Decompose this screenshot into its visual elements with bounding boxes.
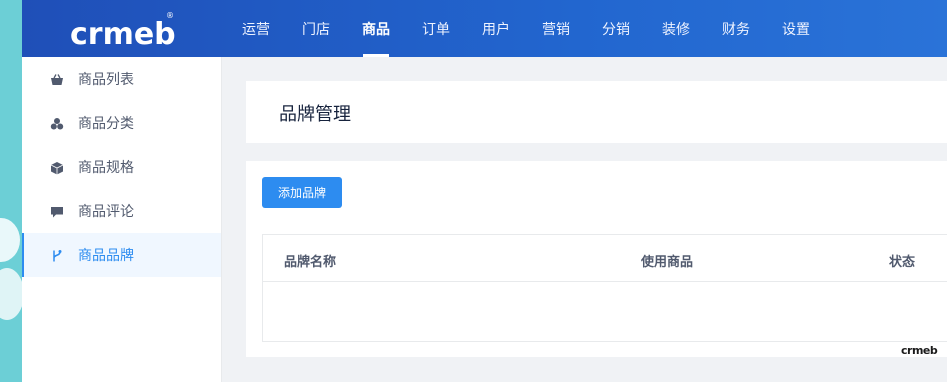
nav-item-distribution[interactable]: 分销 — [586, 0, 646, 57]
comment-icon — [50, 205, 64, 219]
table-header: 品牌名称 使用商品 状态 — [263, 235, 947, 282]
sidebar-item-label: 商品评论 — [78, 204, 134, 220]
sidebar-item-label: 商品分类 — [78, 116, 134, 132]
sidebar-item-label: 商品品牌 — [78, 248, 134, 264]
nav-item-stores[interactable]: 门店 — [286, 0, 346, 57]
main-nav: 运营 门店 商品 订单 用户 营销 分销 装修 财务 设置 — [226, 0, 826, 57]
column-header-brand-name[interactable]: 品牌名称 — [284, 251, 336, 270]
cube-icon — [50, 161, 64, 175]
crmeb-watermark: crmeb — [901, 344, 938, 357]
logo-text: crmeb — [70, 17, 176, 50]
cloud-decoration — [0, 268, 22, 320]
nav-item-marketing[interactable]: 营销 — [526, 0, 586, 57]
nav-item-orders[interactable]: 订单 — [406, 0, 466, 57]
sidebar-item-product-review[interactable]: 商品评论 — [22, 189, 221, 233]
nav-item-decoration[interactable]: 装修 — [646, 0, 706, 57]
top-navigation-bar: crmeb ® 运营 门店 商品 订单 用户 营销 分销 装修 财务 设置 — [22, 0, 947, 57]
nav-item-settings[interactable]: 设置 — [766, 0, 826, 57]
sidebar: 商品列表 商品分类 商品规格 商品评论 商品品牌 — [22, 57, 222, 382]
branch-icon — [50, 249, 64, 263]
column-header-used-products[interactable]: 使用商品 — [641, 251, 693, 270]
nav-item-products[interactable]: 商品 — [346, 0, 406, 57]
basket-icon — [50, 73, 64, 87]
page-header: 品牌管理 — [246, 81, 947, 143]
page-title: 品牌管理 — [279, 104, 351, 125]
sidebar-item-product-category[interactable]: 商品分类 — [22, 101, 221, 145]
sidebar-item-product-brand[interactable]: 商品品牌 — [22, 233, 221, 277]
sidebar-item-label: 商品规格 — [78, 160, 134, 176]
nav-item-users[interactable]: 用户 — [466, 0, 526, 57]
sidebar-item-label: 商品列表 — [78, 72, 134, 88]
main-content: 品牌管理 添加品牌 品牌名称 使用商品 状态 crmeb — [223, 57, 947, 382]
brand-table-card: 添加品牌 品牌名称 使用商品 状态 crmeb — [246, 161, 947, 357]
sidebar-item-product-list[interactable]: 商品列表 — [22, 57, 221, 101]
add-brand-button[interactable]: 添加品牌 — [262, 177, 342, 208]
nav-item-finance[interactable]: 财务 — [706, 0, 766, 57]
cloud-decoration — [0, 218, 20, 262]
sidebar-item-product-spec[interactable]: 商品规格 — [22, 145, 221, 189]
brand-table: 品牌名称 使用商品 状态 — [262, 234, 947, 342]
crmeb-logo[interactable]: crmeb ® — [70, 10, 180, 52]
cluster-icon — [50, 117, 64, 131]
column-header-status[interactable]: 状态 — [889, 251, 915, 270]
registered-mark: ® — [166, 11, 174, 20]
background-strip — [0, 0, 22, 382]
nav-item-operations[interactable]: 运营 — [226, 0, 286, 57]
